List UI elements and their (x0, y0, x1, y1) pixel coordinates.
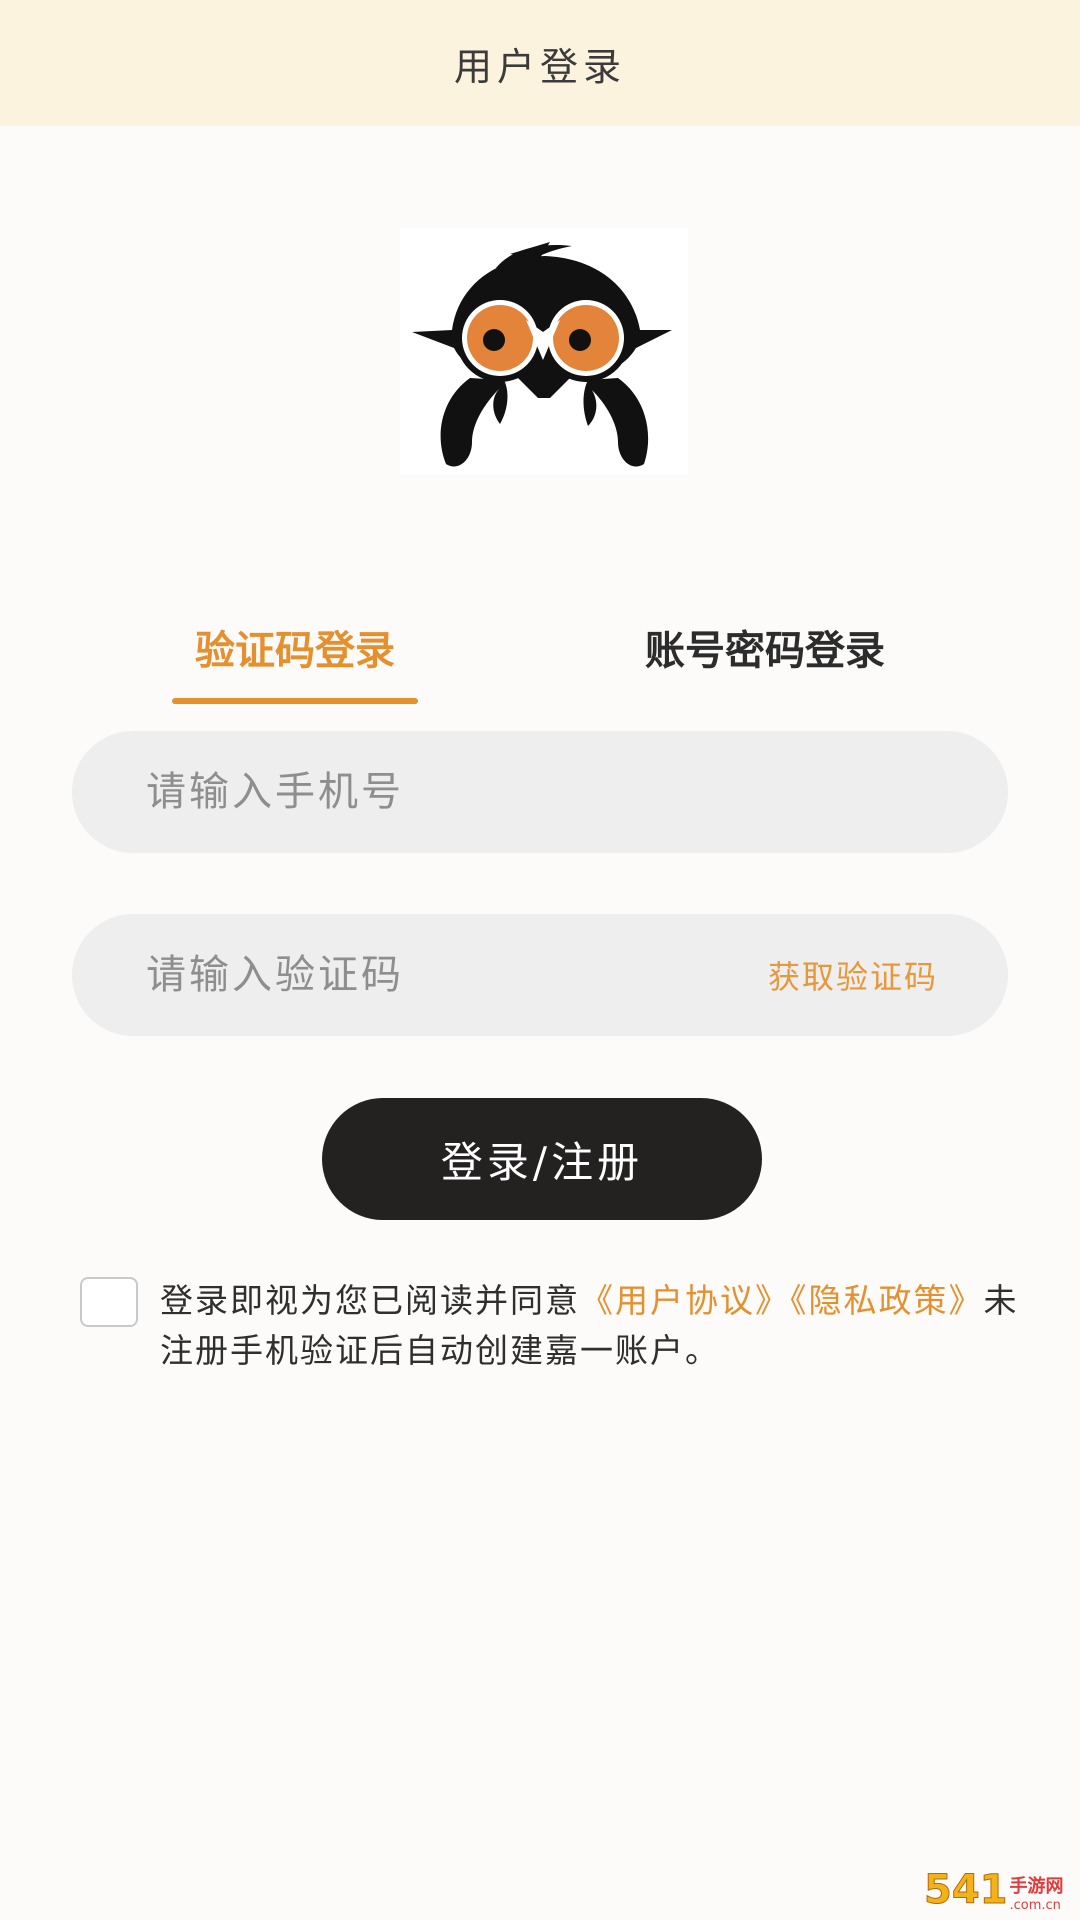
code-field-container: 获取验证码 (72, 914, 1008, 1036)
phone-field-container (72, 731, 1008, 853)
tab-password-login[interactable]: 账号密码登录 (600, 618, 930, 698)
owl-logo-icon (400, 228, 688, 474)
privacy-policy-link[interactable]: 《隐私政策》 (790, 1281, 984, 1320)
watermark-brand: 手游网 (1009, 1876, 1064, 1897)
get-code-button[interactable]: 获取验证码 (768, 952, 938, 998)
agreement-checkbox[interactable] (80, 1277, 138, 1327)
watermark-number: 541 (924, 1867, 1008, 1914)
header-bar: 用户登录 (0, 0, 1080, 126)
watermark-logo: 541 手游网 .com.cn (924, 1862, 1074, 1914)
active-tab-indicator (172, 698, 418, 704)
agreement-prefix: 登录即视为您已阅读并同意 (160, 1281, 580, 1320)
page-title: 用户登录 (453, 44, 626, 89)
tab-sms-code-login-label: 验证码登录 (195, 628, 395, 674)
user-agreement-link[interactable]: 《用户协议》 (580, 1281, 790, 1320)
agreement-text: 登录即视为您已阅读并同意《用户协议》《隐私政策》未注册手机验证后自动创建嘉一账户… (160, 1276, 1020, 1376)
verification-code-input[interactable] (146, 952, 586, 998)
login-register-button[interactable]: 登录/注册 (322, 1098, 762, 1220)
tab-password-login-label: 账号密码登录 (645, 628, 885, 674)
tab-sms-code-login[interactable]: 验证码登录 (172, 618, 418, 698)
watermark-domain: .com.cn (1009, 1898, 1061, 1913)
phone-input[interactable] (146, 769, 706, 815)
